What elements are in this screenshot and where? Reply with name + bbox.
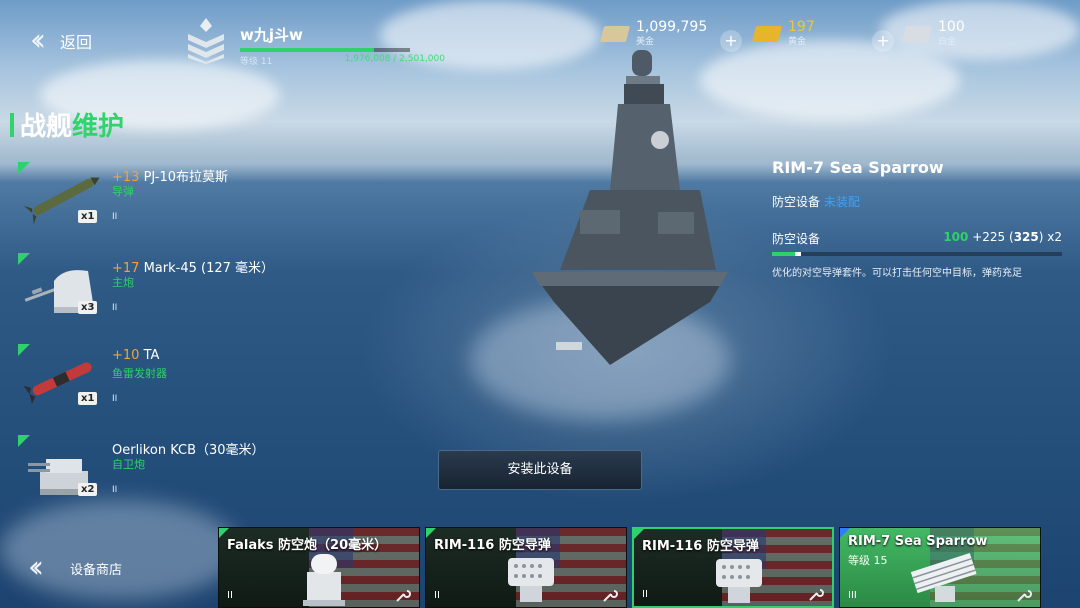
warship-model bbox=[532, 50, 728, 365]
equipment-bonus: +10 bbox=[112, 348, 140, 363]
player-info: w九j斗w 等级 11 1,976,008 / 2,501,000 bbox=[240, 24, 450, 67]
wrench-icon bbox=[396, 590, 411, 602]
add-gold-button[interactable]: + bbox=[872, 30, 894, 52]
equipment-quantity: x1 bbox=[78, 210, 98, 223]
shop-label: 设备商店 bbox=[70, 562, 123, 578]
equipment-slot-torpedo[interactable]: x1 II +10 TA 鱼雷发射器 bbox=[18, 344, 258, 416]
currency-value: 1,099,795 bbox=[636, 19, 708, 35]
rank-chevron-icon bbox=[188, 18, 224, 64]
currency-platinum: 100 白金 bbox=[901, 19, 965, 47]
equipment-quantity: x2 bbox=[78, 483, 98, 496]
equipment-card-falaks[interactable]: Falaks 防空炮（20毫米） II bbox=[218, 527, 420, 608]
equipment-slot-autocannon[interactable]: x2 II Oerlikon KCB（30毫米） 自卫炮 bbox=[18, 435, 265, 507]
wrench-icon bbox=[809, 589, 824, 601]
stat-add: +225 bbox=[972, 230, 1006, 244]
stat-multiplier: x2 bbox=[1047, 230, 1062, 244]
missile-launcher-icon bbox=[716, 559, 762, 603]
player-name: w九j斗w bbox=[240, 26, 303, 44]
equipment-tier: II bbox=[112, 212, 118, 222]
install-equipment-button[interactable]: 安装此设备 bbox=[438, 450, 642, 490]
card-name: RIM-116 防空导弹 bbox=[642, 539, 759, 554]
equipment-quantity: x3 bbox=[78, 301, 98, 314]
equipment-quantity: x1 bbox=[78, 392, 98, 405]
detail-title: RIM-7 Sea Sparrow bbox=[772, 158, 944, 177]
sam-launcher-icon bbox=[910, 553, 977, 602]
currency-label: 白金 bbox=[938, 37, 957, 47]
equipment-tier: II bbox=[112, 485, 118, 495]
stat-bar bbox=[772, 252, 1062, 256]
equipment-type: 导弹 bbox=[112, 185, 134, 198]
equipment-card-sea-sparrow[interactable]: RIM-7 Sea Sparrow 等级 15 III bbox=[839, 527, 1041, 608]
xp-bar-fill bbox=[240, 48, 375, 52]
currency-value: 100 bbox=[938, 19, 965, 35]
equipment-shop-button[interactable]: ‹‹ 设备商店 bbox=[28, 550, 178, 586]
back-button[interactable]: ‹‹ 返回 bbox=[30, 24, 130, 58]
card-tier: II bbox=[642, 589, 648, 600]
player-level: 等级 11 bbox=[240, 57, 273, 67]
platinum-bar-icon bbox=[901, 25, 933, 42]
double-chevron-left-icon: ‹‹ bbox=[30, 23, 46, 58]
detail-status-link[interactable]: 未装配 bbox=[824, 195, 860, 209]
equipment-name: TA bbox=[143, 348, 160, 363]
stat-bar-bonus bbox=[795, 252, 801, 256]
gold-bar-icon bbox=[751, 25, 783, 42]
ciws-turret-icon bbox=[303, 554, 345, 606]
back-label: 返回 bbox=[60, 33, 93, 52]
page-title: 战舰 维护 bbox=[10, 106, 124, 143]
stat-bar-fill bbox=[772, 252, 796, 256]
equipment-slot-main-gun[interactable]: x3 II +17 Mark-45 (127 毫米） 主炮 bbox=[18, 253, 274, 325]
page-title-part1: 战舰 bbox=[20, 112, 73, 142]
card-name: Falaks 防空炮（20毫米） bbox=[227, 538, 388, 553]
card-tier: III bbox=[848, 590, 857, 601]
double-chevron-left-icon: ‹‹ bbox=[28, 550, 44, 585]
card-tier: II bbox=[434, 590, 440, 601]
equipment-tier: II bbox=[112, 394, 118, 404]
wrench-icon bbox=[1017, 590, 1032, 602]
equipment-detail-panel: RIM-7 Sea Sparrow 防空设备 未装配 防空设备 100 +225… bbox=[772, 158, 1072, 279]
currency-label: 黄金 bbox=[788, 37, 807, 47]
equipment-slot-missile[interactable]: x1 II +13 PJ-10布拉莫斯 导弹 bbox=[18, 162, 258, 234]
detail-category: 防空设备 bbox=[772, 195, 821, 209]
card-level: 等级 15 bbox=[848, 554, 888, 567]
stat-value: 100 +225 (325) x2 bbox=[943, 230, 1062, 244]
equipment-name: PJ-10布拉莫斯 bbox=[143, 170, 229, 185]
equipment-card-rim116[interactable]: RIM-116 防空导弹 II bbox=[425, 527, 627, 608]
currency-value: 197 bbox=[788, 19, 815, 35]
stat-total: 325 bbox=[1013, 230, 1039, 244]
page-title-part2: 维护 bbox=[72, 112, 125, 142]
wrench-icon bbox=[603, 590, 618, 602]
equipment-card-rim116-selected[interactable]: RIM-116 防空导弹 II bbox=[632, 527, 834, 608]
stat-label: 防空设备 bbox=[772, 232, 821, 246]
xp-text: 1,976,008 / 2,501,000 bbox=[344, 54, 445, 64]
currency-gold: 197 黄金 bbox=[751, 19, 815, 47]
detail-description: 优化的对空导弹套件。可以打击任何空中目标，弹药充足 bbox=[772, 268, 1022, 279]
card-name: RIM-116 防空导弹 bbox=[434, 538, 551, 553]
title-accent-bar bbox=[10, 112, 14, 137]
card-name: RIM-7 Sea Sparrow bbox=[848, 534, 988, 549]
xp-bar bbox=[240, 48, 410, 52]
stat-base: 100 bbox=[943, 230, 969, 244]
equipment-type: 鱼雷发射器 bbox=[112, 367, 167, 380]
equipment-name: Mark-45 (127 毫米） bbox=[143, 261, 275, 276]
card-tier: II bbox=[227, 590, 233, 601]
equipment-tier: II bbox=[112, 303, 118, 313]
missile-launcher-icon bbox=[508, 558, 554, 602]
equipment-type: 主炮 bbox=[112, 276, 134, 289]
equipment-type: 自卫炮 bbox=[112, 458, 145, 471]
